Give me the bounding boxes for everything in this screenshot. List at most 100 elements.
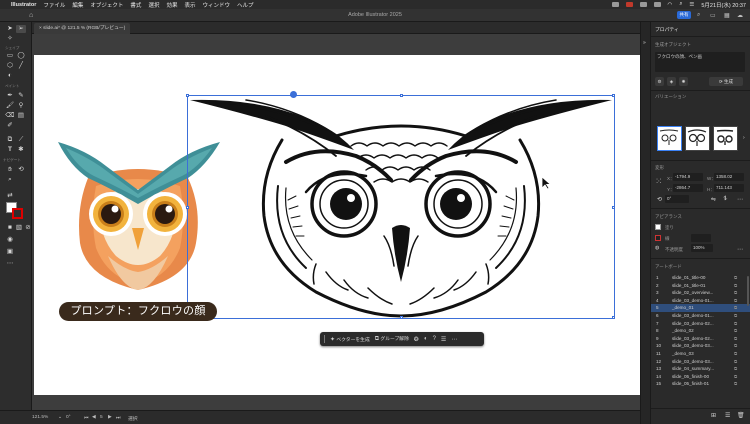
more-options-icon[interactable]: ⋯ [451,336,457,343]
artboard-options-icon[interactable]: ⧉ [734,320,737,328]
artboard-options-icon[interactable]: ⧉ [734,312,737,320]
style-reference-icon[interactable]: ◈ [667,77,676,86]
draw-mode-icon[interactable]: ◉ [5,236,15,244]
artboard-options-icon[interactable]: ⧉ [734,304,737,312]
variation-thumbnail[interactable] [713,126,738,151]
next-artboard-icon[interactable]: ▶ [108,415,112,420]
artboard-options-icon[interactable]: ⧉ [734,335,737,343]
eyedropper-tool-icon[interactable]: ⚲ [16,102,26,110]
direct-selection-tool-icon[interactable]: ➢ [16,25,26,33]
cloud-icon[interactable]: ☁ [737,12,743,19]
artboard-options-icon[interactable]: ⧉ [734,365,737,373]
magic-wand-tool-icon[interactable]: ✧ [5,35,15,43]
menu-type[interactable]: 書式 [130,1,141,9]
control-center-icon[interactable]: ☰ [689,2,694,8]
menu-window[interactable]: ウィンドウ [202,1,230,9]
variation-thumbnail[interactable] [685,126,710,151]
artboard-list-item[interactable]: 10 slide_03_demo-03... ⧉ [651,342,750,350]
artboard-list-item[interactable]: 7 slide_03_demo-02... ⧉ [651,320,750,328]
selection-tool-icon[interactable]: ➤ [5,25,15,33]
swap-colors-icon[interactable]: ⇄ [5,192,15,200]
menu-effect[interactable]: 効果 [166,1,177,9]
prompt-field[interactable]: フクロウの顔、ペン画 [655,52,745,72]
menu-help[interactable]: ヘルプ [237,1,254,9]
opacity-field[interactable]: 100% [691,244,713,252]
gradient-tool-icon[interactable]: ▤ [16,112,26,120]
menu-edit[interactable]: 編集 [72,1,83,9]
menu-view[interactable]: 表示 [184,1,195,9]
status-app-icon[interactable] [611,2,619,7]
artboard-options-icon[interactable]: ⧉ [734,350,737,358]
prev-artboard-icon[interactable]: ◀ [92,415,96,420]
artboard-options-icon[interactable]: ⧉ [734,380,737,388]
shape-builder-icon[interactable]: ◐ [5,72,15,80]
artboard-options-icon[interactable]: ⧉ [734,342,737,350]
recolor-icon[interactable]: ❂ [414,336,419,343]
owl-illustration-lineart[interactable] [186,96,616,318]
y-field[interactable]: -2864.7 [673,184,703,192]
generate-vector-button[interactable]: ✦ ベクターを生成 [330,336,370,343]
status-app-icon[interactable] [639,2,647,7]
delete-artboard-icon[interactable]: 🗑︎ [737,412,745,419]
artboard-options-icon[interactable]: ⧉ [734,289,737,297]
variations-scroll-icon[interactable]: › [743,135,745,141]
artboard-options-icon[interactable]: ⧉ [734,358,737,366]
help-icon[interactable]: ? [433,336,436,342]
artboard-list-item[interactable]: 8 _demo_02 ⧉ [651,327,750,335]
artboard-options-icon[interactable]: ⧉ [734,327,737,335]
align-icon[interactable]: ☰ [441,336,446,343]
artboard-list-item[interactable]: 4 slide_03_demo-01... ⧉ [651,297,750,305]
zoom-dropdown-icon[interactable]: ⌄ [58,415,62,420]
rotate-handle[interactable] [290,91,297,98]
artboard-list-item[interactable]: 15 slide_05_finish-01 ⧉ [651,380,750,388]
x-field[interactable]: -1794.9 [673,173,703,181]
flip-horizontal-icon[interactable]: ⇋ [711,196,716,203]
document-tab[interactable]: × slide.ai* @ 121.5 % (RGB/プレビュー) [34,23,131,34]
settings-icon[interactable]: ⚙ [655,77,664,86]
eraser-tool-icon[interactable]: ⌫ [5,112,15,120]
panel-collapse-icon[interactable]: » [643,40,646,46]
width-field[interactable]: 1358.02 [714,173,744,181]
fill-swatch[interactable] [655,224,661,230]
artboard-list-item[interactable]: 6 slide_03_demo-01... ⧉ [651,312,750,320]
grid-icon[interactable]: ▦ [724,12,730,19]
artboard-list-item[interactable]: 2 slide_01_title-01 ⧉ [651,282,750,290]
effects-icon[interactable]: ✺ [679,77,688,86]
variation-thumbnail[interactable] [657,126,682,151]
type-tool-icon[interactable]: T [5,146,15,154]
artboard-list-item[interactable]: 9 slide_03_demo-02... ⧉ [651,335,750,343]
slice-tool-icon[interactable]: ⟋ [16,136,26,144]
artboard-options-icon[interactable]: ⧉ [734,297,737,305]
last-artboard-icon[interactable]: ⏭ [116,415,120,421]
zoom-tool-icon[interactable]: ⌕ [5,176,15,184]
pen-tool-icon[interactable]: ✒ [5,92,15,100]
stroke-swatch[interactable] [12,208,23,219]
search-icon[interactable]: ⌕ [679,1,682,8]
artboard-list-item[interactable]: 3 slide_02_overview... ⧉ [651,289,750,297]
artboard-list-item[interactable]: 11 _demo_03 ⧉ [651,350,750,358]
menu-file[interactable]: ファイル [43,1,65,9]
transform-more-icon[interactable]: ⋯ [737,196,743,203]
close-tab-icon[interactable]: × [39,26,42,31]
touch-type-icon[interactable]: ✱ [16,146,26,154]
status-record-icon[interactable] [625,2,633,7]
artboard-list-scrollbar[interactable] [747,276,749,306]
generate-button[interactable]: ⟳ 生成 [709,77,743,86]
artboard-list-item[interactable]: 5 _demo_01 ⧉ [651,304,750,312]
artboard-options-icon[interactable]: ☰ [725,412,730,419]
ellipse-tool-icon[interactable]: ◯ [16,52,26,60]
more-tools-icon[interactable]: ⋯ [5,260,15,268]
app-menu[interactable]: Illustrator [11,2,36,8]
rectangle-tool-icon[interactable]: ▭ [5,52,15,60]
ungroup-button[interactable]: ⧉ グループ解除 [375,335,409,343]
pencil-tool-icon[interactable]: ✎ [16,92,26,100]
artboard-list-item[interactable]: 13 slide_04_summary... ⧉ [651,365,750,373]
artboard-list-item[interactable]: 1 slide_01_title-00 ⧉ [651,274,750,282]
stroke-swatch[interactable] [655,235,661,241]
angle-field[interactable]: 0° [665,195,689,203]
rotation-value[interactable]: 0° [66,415,71,420]
polygon-tool-icon[interactable]: ⬡ [5,62,15,70]
rotate-view-icon[interactable]: ⟲ [16,166,26,174]
height-field[interactable]: 711.143 [714,184,744,192]
search-icon[interactable]: ⌕ [697,12,700,19]
